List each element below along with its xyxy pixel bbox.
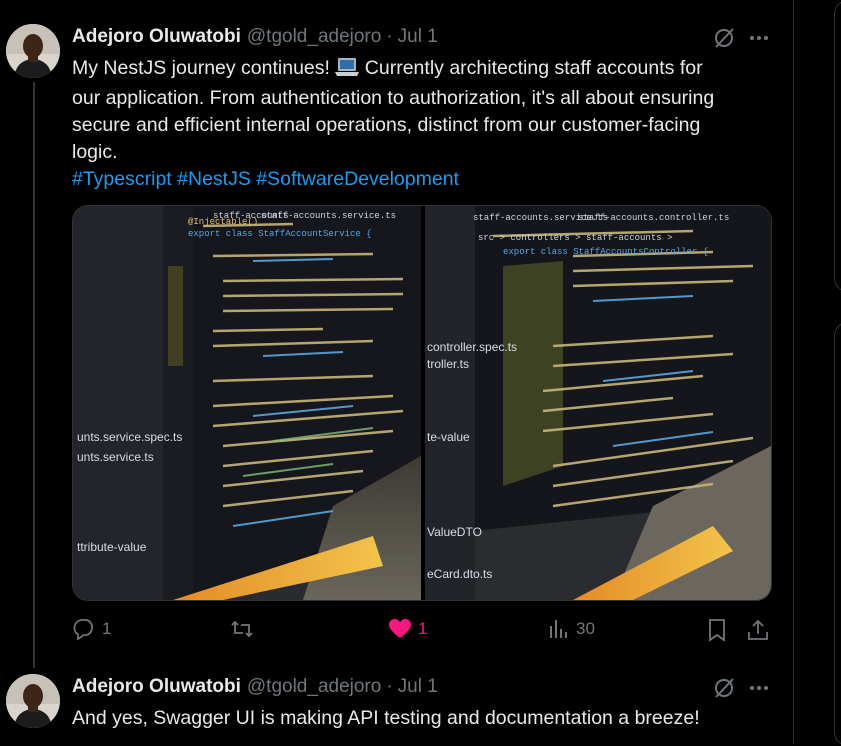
views-button[interactable]: 30: [548, 618, 595, 640]
tweet-text-line: secure and efficient internal operations…: [72, 114, 701, 136]
author-name[interactable]: Adejoro Oluwatobi: [72, 26, 241, 48]
like-button[interactable]: 1: [388, 618, 427, 640]
views-count: 30: [576, 619, 595, 638]
code-photos-illustration: unts.service.spec.ts unts.service.ts ttr…: [73, 206, 771, 600]
separator-dot: ·: [386, 676, 393, 697]
sidebar-card-edge: [834, 0, 841, 292]
tweet-1: Adejoro Oluwatobi @tgold_adejoro · Jul 1…: [72, 25, 793, 193]
reply-icon: [72, 618, 96, 640]
grok-icon[interactable]: [712, 676, 736, 705]
avatar[interactable]: [6, 674, 60, 728]
tweet-header: Adejoro Oluwatobi @tgold_adejoro · Jul 1: [72, 675, 793, 699]
thread-connector-line: [33, 82, 35, 668]
tweet-text: And yes, Swagger UI is making API testin…: [72, 707, 700, 729]
more-options-icon[interactable]: [748, 676, 770, 705]
views-icon: [548, 618, 570, 640]
author-name[interactable]: Adejoro Oluwatobi: [72, 676, 241, 698]
tweet-text-line: Currently architecting staff accounts fo…: [359, 57, 703, 79]
separator-dot: ·: [386, 26, 393, 47]
author-handle[interactable]: @tgold_adejoro: [247, 676, 381, 698]
sidebar-file-label: controller.spec.ts: [427, 340, 517, 354]
author-handle[interactable]: @tgold_adejoro: [247, 26, 381, 48]
share-button[interactable]: [746, 618, 770, 642]
hashtags: #Typescript #NestJS #SoftwareDevelopment: [72, 166, 793, 193]
tweet-date[interactable]: Jul 1: [398, 26, 438, 48]
code-line: export class StaffAccountsController {: [503, 247, 708, 257]
sidebar-file-label: te-value: [427, 430, 470, 444]
grok-icon[interactable]: [712, 26, 736, 55]
tweet-text-line: our application. From authentication to …: [72, 87, 715, 109]
retweet-button[interactable]: [230, 618, 260, 640]
editor-tab-label: staff-accounts.service.ts: [261, 211, 396, 221]
tweet-header-icons: [712, 676, 770, 705]
tweet-header-icons: [712, 26, 770, 55]
tweet-header: Adejoro Oluwatobi @tgold_adejoro · Jul 1: [72, 25, 793, 49]
bookmark-icon: [706, 618, 728, 642]
tweet-actions: 1 1 30: [72, 616, 772, 644]
like-count: 1: [418, 619, 428, 638]
sidebar-file-label: unts.service.spec.ts: [77, 430, 182, 444]
sidebar-file-label: ValueDTO: [427, 525, 482, 539]
retweet-icon: [230, 618, 254, 640]
share-icon: [746, 618, 770, 642]
heart-icon: [388, 618, 412, 640]
sidebar-card-edge-2: [834, 322, 841, 746]
code-line: @Injectable(): [188, 217, 258, 227]
code-line: export class StaffAccountService {: [188, 229, 372, 239]
hashtag-link[interactable]: #NestJS: [177, 168, 251, 190]
editor-tab-label: staff-accounts.controller.ts: [578, 213, 729, 223]
tweet-text: My NestJS journey continues! Currently a…: [72, 55, 793, 193]
tweet-date[interactable]: Jul 1: [398, 676, 438, 698]
reply-button[interactable]: 1: [72, 618, 111, 640]
hashtag-link[interactable]: #SoftwareDevelopment: [256, 168, 459, 190]
tweet-text-line: logic.: [72, 141, 118, 163]
tweet-text-line: My NestJS journey continues!: [72, 57, 336, 79]
tweet-media[interactable]: unts.service.spec.ts unts.service.ts ttr…: [72, 205, 772, 601]
avatar[interactable]: [6, 24, 60, 78]
sidebar-file-label: unts.service.ts: [77, 450, 154, 464]
sidebar-file-label: troller.ts: [427, 357, 469, 371]
sidebar-file-label: ttribute-value: [77, 540, 147, 554]
tweet-2: Adejoro Oluwatobi @tgold_adejoro · Jul 1…: [72, 675, 793, 732]
sidebar-file-label: eCard.dto.ts: [427, 567, 492, 581]
hashtag-link[interactable]: #Typescript: [72, 168, 172, 190]
reply-count: 1: [102, 619, 112, 638]
editor-breadcrumb: src > controllers > staff-accounts >: [478, 233, 672, 243]
laptop-emoji-icon: [335, 57, 360, 85]
bookmark-button[interactable]: [706, 618, 728, 642]
more-options-icon[interactable]: [748, 26, 770, 55]
timeline-border: [793, 0, 794, 744]
